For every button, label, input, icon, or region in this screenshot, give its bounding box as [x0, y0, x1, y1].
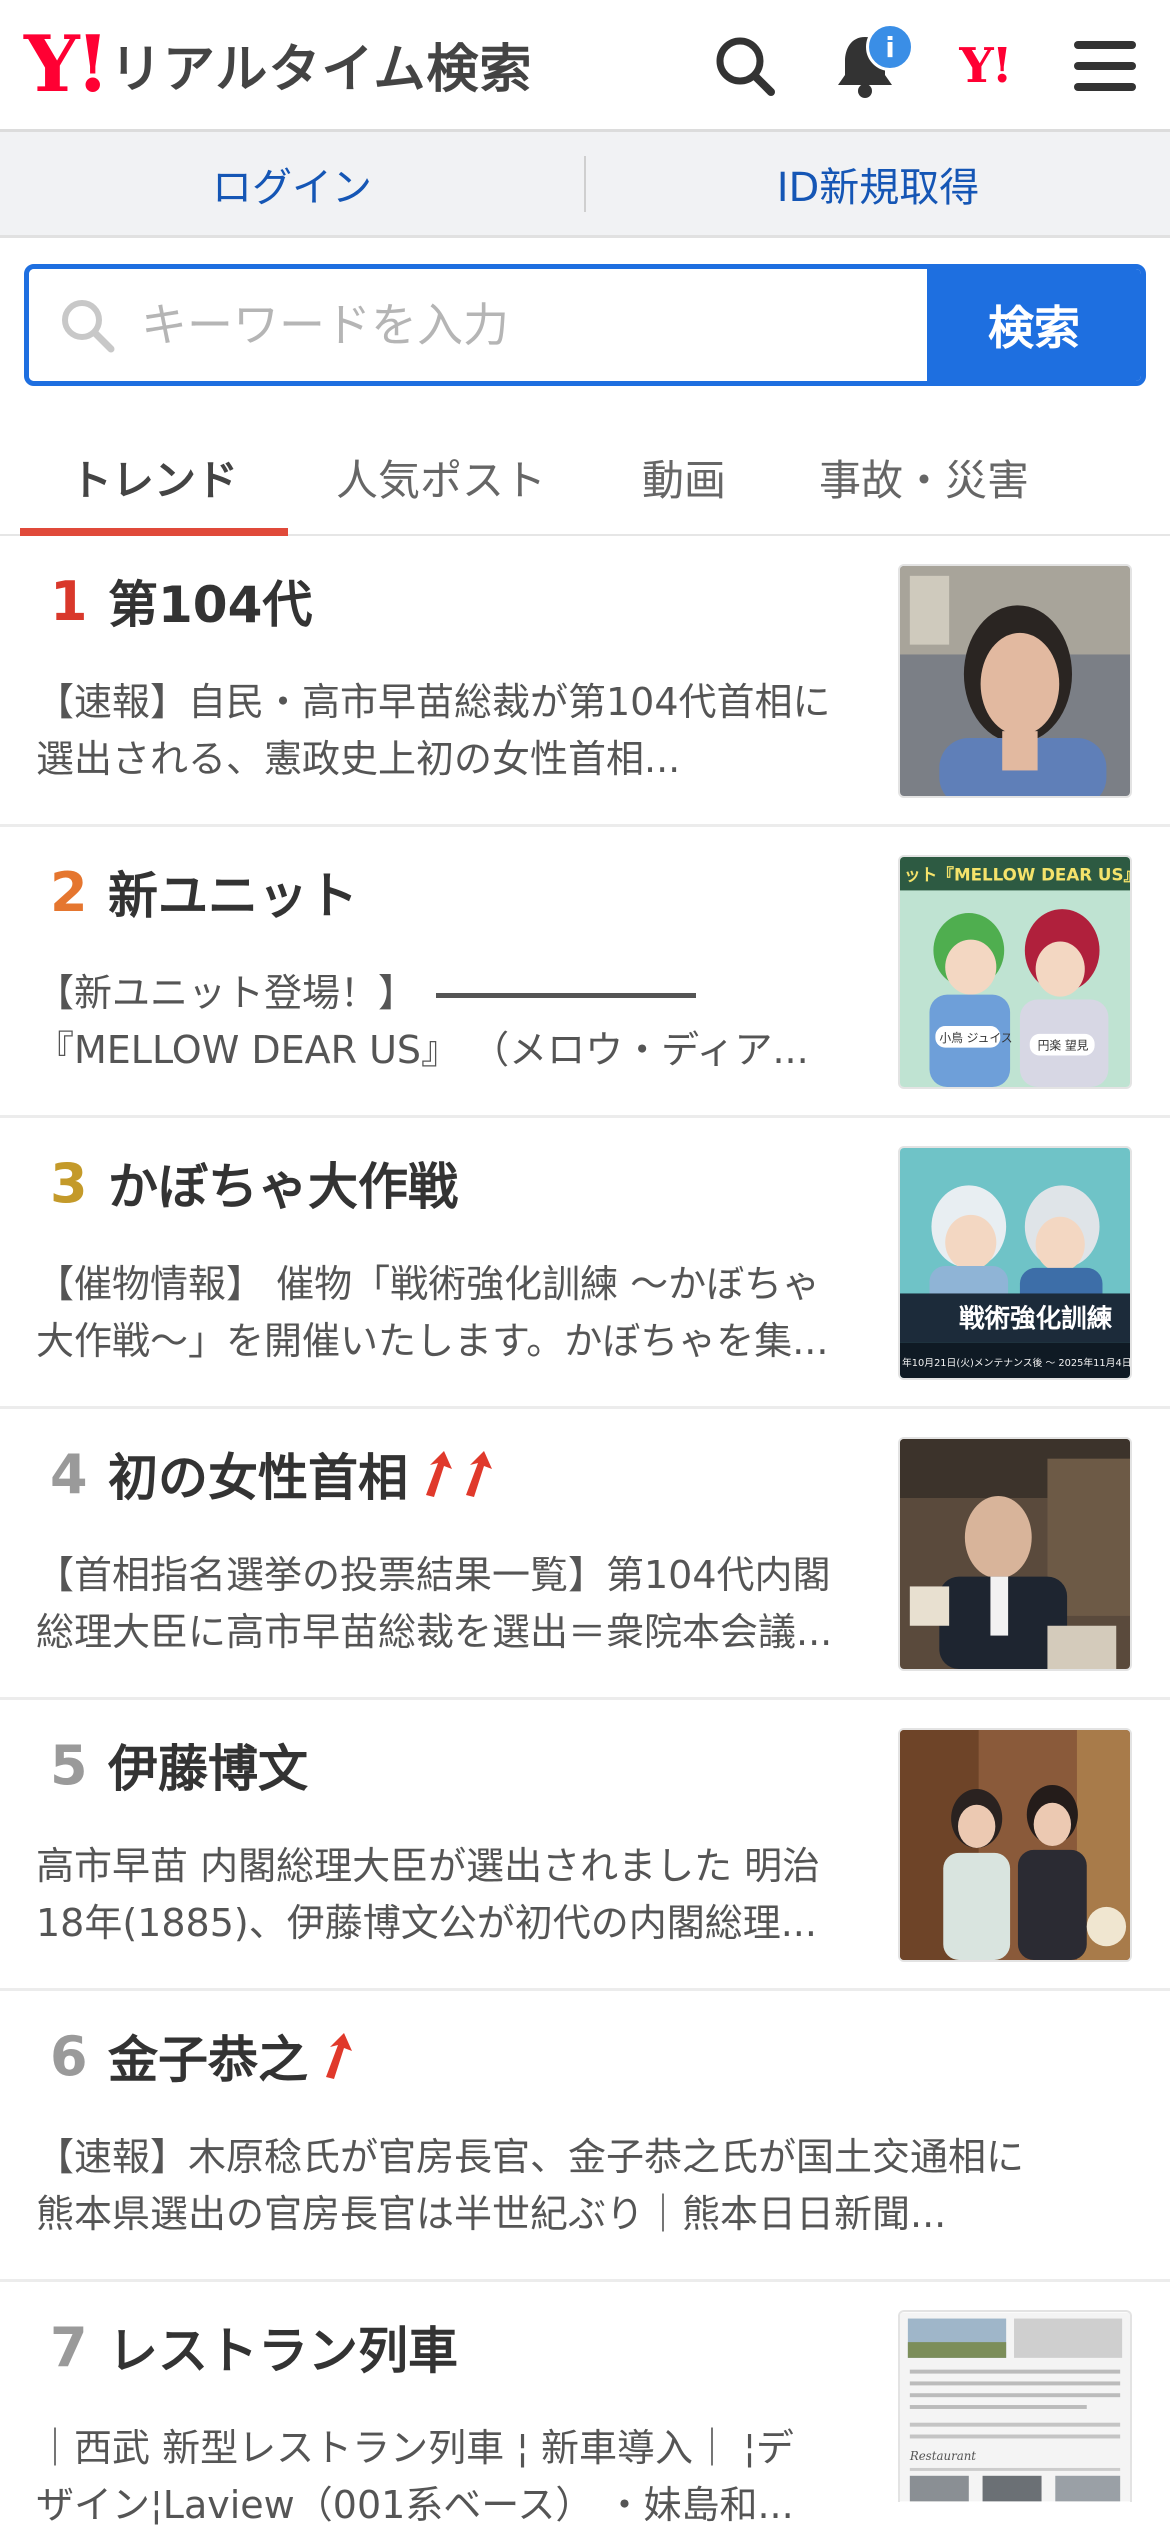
trend-item[interactable]: 6 金子恭之 【速報】木原稔氏が官房長官、金子恭之氏が国土交通相に 熊本県選出の…: [0, 1991, 1170, 2282]
app-header: Y! リアルタイム検索 i Y!: [0, 0, 1170, 132]
decorative-line: [436, 993, 697, 998]
woman-portrait-image: [900, 566, 1130, 796]
search-input[interactable]: [141, 298, 841, 352]
search-field: [29, 269, 927, 381]
trend-keyword: 新ユニット: [108, 867, 358, 925]
tab-video[interactable]: 動画: [594, 420, 774, 534]
trend-heading: 5 伊藤博文: [50, 1730, 308, 1800]
yahoo-logo-mark: Y!: [24, 18, 110, 110]
search-icon[interactable]: [710, 31, 780, 101]
trend-rank: 5: [50, 1733, 88, 1797]
trend-thumbnail[interactable]: [898, 1437, 1132, 1671]
trend-description-line: 【新ユニット登場！】: [36, 965, 856, 1022]
search-button[interactable]: 検索: [927, 269, 1141, 381]
trend-rank: 1: [50, 569, 88, 633]
tab-popular-posts[interactable]: 人気ポスト: [288, 420, 594, 534]
notification-bell-icon[interactable]: i: [830, 23, 914, 101]
trend-description-line: ザイン¦Laview（001系ベース） ・妹島和...: [36, 2483, 794, 2527]
search-box: 検索: [24, 264, 1146, 386]
search-icon: [62, 300, 115, 353]
trend-description: 【催物情報】 催物「戦術強化訓練 〜かぼちゃ 大作戦〜」を開催いたします。かぼち…: [36, 1256, 856, 1370]
yahoo-top-link[interactable]: Y!: [950, 31, 1020, 101]
trend-rank: 6: [50, 2024, 88, 2088]
trend-heading: 7 レストラン列車: [50, 2312, 458, 2382]
trend-description: 【速報】木原稔氏が官房長官、金子恭之氏が国土交通相に 熊本県選出の官房長官は半世…: [36, 2129, 1086, 2243]
auth-bar: ログイン ID新規取得: [0, 132, 1170, 238]
thumb-banner-text: ット『MELLOW DEAR US』: [904, 865, 1130, 885]
yahoo-mark-icon: Y!: [959, 38, 1012, 94]
trend-heading: 4 初の女性首相: [50, 1439, 502, 1509]
trend-heading: 3 かぼちゃ大作戦: [50, 1148, 458, 1218]
trend-heading: 6 金子恭之: [50, 2021, 362, 2091]
thumb-name2-text: 円楽 望見: [1038, 1039, 1089, 1053]
trend-thumbnail[interactable]: 戦術強化訓練 年10月21日(火)メンテナンス後 〜 2025年11月4日(: [898, 1146, 1132, 1380]
trend-description-line: 熊本県選出の官房長官は半世紀ぶり｜熊本日日新聞...: [36, 2192, 947, 2236]
event-banner-image: 戦術強化訓練 年10月21日(火)メンテナンス後 〜 2025年11月4日(: [900, 1148, 1130, 1378]
trend-thumbnail[interactable]: ット『MELLOW DEAR US』 小鳥 ジュイス 円楽 望見: [898, 855, 1132, 1089]
trend-heading: 1 第104代: [50, 566, 312, 636]
notification-badge: i: [866, 23, 914, 71]
trend-up-arrows-icon: [422, 1449, 502, 1499]
thumb-caption-text: Restaurant: [909, 2449, 976, 2463]
service-title: リアルタイム検索: [109, 40, 533, 100]
trend-description-line: 高市早苗 内閣総理大臣が選出されました 明治: [36, 1844, 821, 1888]
header-actions: i Y!: [710, 0, 1140, 132]
trend-description: 【速報】自民・高市早苗総裁が第104代首相に 選出される、憲政史上初の女性首相.…: [36, 674, 856, 788]
trend-description-line: 総理大臣に高市早苗総裁を選出＝衆院本会議...: [36, 1610, 833, 1654]
trend-description: 高市早苗 内閣総理大臣が選出されました 明治 18年(1885)、伊藤博文公が初…: [36, 1838, 856, 1952]
trend-rank: 4: [50, 1442, 88, 1506]
thumb-title-text: 戦術強化訓練: [959, 1304, 1113, 1334]
train-article-image: Restaurant: [900, 2312, 1130, 2502]
trend-description-line: ｜西武 新型レストラン列車 ¦ 新車導入｜ ¦デ: [36, 2426, 794, 2470]
tab-accident-disaster[interactable]: 事故・災害: [774, 420, 1074, 534]
trend-heading: 2 新ユニット: [50, 857, 358, 927]
anime-unit-image: ット『MELLOW DEAR US』 小鳥 ジュイス 円楽 望見: [900, 857, 1130, 1087]
trend-keyword: かぼちゃ大作戦: [108, 1158, 458, 1216]
trend-item[interactable]: 2 新ユニット 【新ユニット登場！】 『MELLOW DEAR US』 （メロウ…: [0, 827, 1170, 1118]
trend-description: ｜西武 新型レストラン列車 ¦ 新車導入｜ ¦デ ザイン¦Laview（001系…: [36, 2420, 856, 2532]
politician-stream-image: [900, 1439, 1130, 1669]
yahoo-realtime-logo[interactable]: Y! リアルタイム検索: [24, 18, 533, 110]
trend-thumbnail[interactable]: [898, 564, 1132, 798]
trend-keyword: 金子恭之: [108, 2031, 308, 2089]
trend-list: 1 第104代 【速報】自民・高市早苗総裁が第104代首相に 選出される、憲政史…: [0, 536, 1170, 2527]
login-link[interactable]: ログイン: [0, 155, 584, 213]
menu-icon[interactable]: [1070, 31, 1140, 101]
trend-rank: 2: [50, 860, 88, 924]
trend-thumbnail[interactable]: Restaurant: [898, 2310, 1132, 2502]
tab-bar: トレンド 人気ポスト 動画 事故・災害: [0, 420, 1170, 536]
trend-description: 【首相指名選挙の投票結果一覧】第104代内閣 総理大臣に高市早苗総裁を選出＝衆院…: [36, 1547, 856, 1661]
trend-keyword: 初の女性首相: [108, 1449, 408, 1507]
register-link[interactable]: ID新規取得: [586, 155, 1170, 213]
trend-item[interactable]: 5 伊藤博文 高市早苗 内閣総理大臣が選出されました 明治 18年(1885)、…: [0, 1700, 1170, 1991]
trend-description-line: 【催物情報】 催物「戦術強化訓練 〜かぼちゃ: [36, 1262, 821, 1306]
trend-item[interactable]: 1 第104代 【速報】自民・高市早苗総裁が第104代首相に 選出される、憲政史…: [0, 536, 1170, 827]
trend-thumbnail[interactable]: [898, 1728, 1132, 1962]
trend-description-text: 【新ユニット登場！】: [36, 971, 417, 1015]
thumb-name1-text: 小鳥 ジュイス: [939, 1031, 1012, 1045]
trend-description-line: 選出される、憲政史上初の女性首相...: [36, 737, 681, 781]
trend-keyword: 伊藤博文: [108, 1740, 308, 1798]
thumb-date-text: 年10月21日(火)メンテナンス後 〜 2025年11月4日(: [902, 1356, 1130, 1369]
trend-up-arrow-icon: [322, 2031, 362, 2081]
trend-description-line: 大作戦〜」を開催いたします。かぼちゃを集...: [36, 1319, 829, 1363]
trend-description-line: 18年(1885)、伊藤博文公が初代の内閣総理...: [36, 1901, 817, 1945]
trend-item[interactable]: 3 かぼちゃ大作戦 【催物情報】 催物「戦術強化訓練 〜かぼちゃ 大作戦〜」を開…: [0, 1118, 1170, 1409]
trend-item[interactable]: 4 初の女性首相 【首相指名選挙の投票結果一覧】第104代内閣 総理大臣に高市早…: [0, 1409, 1170, 1700]
trend-description: 【新ユニット登場！】 『MELLOW DEAR US』 （メロウ・ディア...: [36, 965, 856, 1079]
trend-keyword: 第104代: [108, 576, 313, 634]
tab-trend[interactable]: トレンド: [20, 420, 288, 536]
two-women-photo-image: [900, 1730, 1130, 1960]
trend-description-line: 『MELLOW DEAR US』 （メロウ・ディア...: [36, 1028, 809, 1072]
trend-description-line: 【速報】自民・高市早苗総裁が第104代首相に: [36, 680, 831, 724]
trend-item[interactable]: 7 レストラン列車 ｜西武 新型レストラン列車 ¦ 新車導入｜ ¦デ ザイン¦L…: [0, 2282, 1170, 2527]
trend-rank: 3: [50, 1151, 88, 1215]
trend-description-line: 【首相指名選挙の投票結果一覧】第104代内閣: [36, 1553, 831, 1597]
trend-rank: 7: [50, 2315, 88, 2379]
trend-description-line: 【速報】木原稔氏が官房長官、金子恭之氏が国土交通相に: [36, 2135, 1025, 2179]
trend-keyword: レストラン列車: [108, 2322, 458, 2380]
